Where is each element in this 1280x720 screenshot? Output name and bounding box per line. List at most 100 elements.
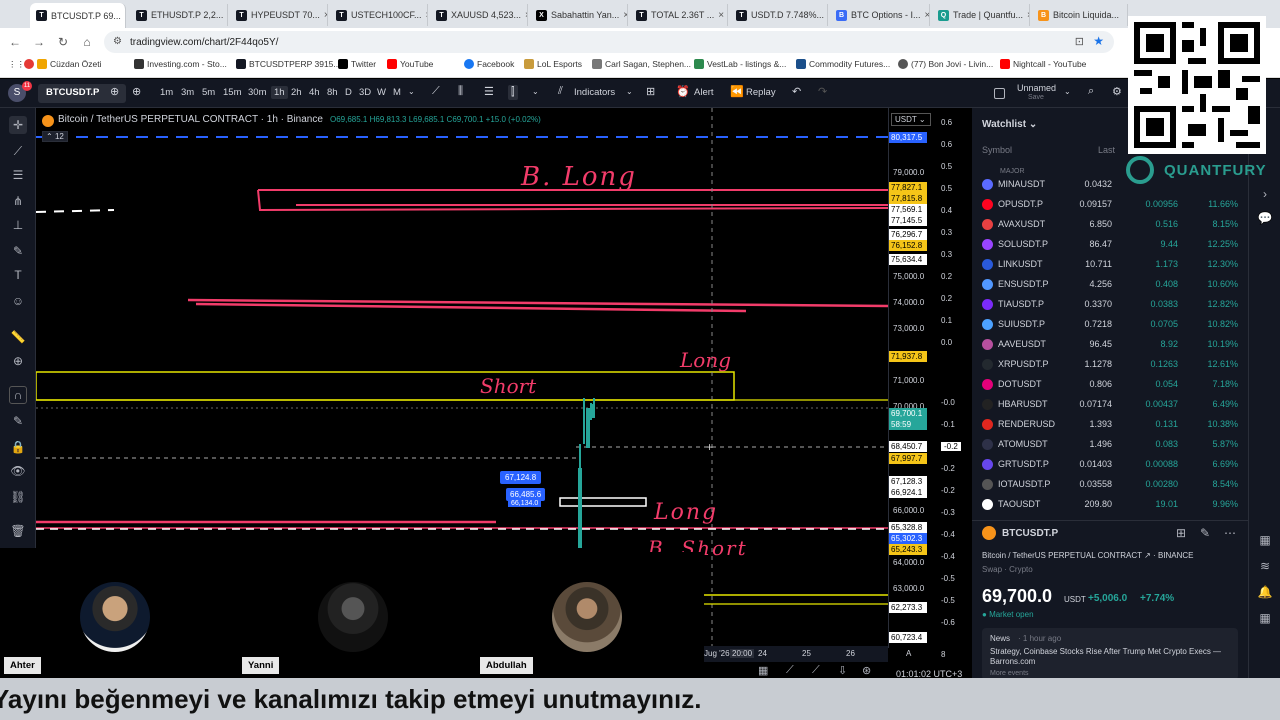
interval-2h[interactable]: 2h bbox=[291, 87, 302, 98]
interval-1h[interactable]: 1h bbox=[271, 86, 288, 99]
emoji-icon[interactable]: ☺ bbox=[9, 292, 27, 310]
magnet-icon[interactable]: ∩ bbox=[9, 386, 27, 404]
bookmark-star-icon[interactable]: ★ bbox=[1093, 34, 1104, 48]
tab-total[interactable]: T TOTAL 2.36T ... × bbox=[630, 4, 728, 26]
alert-button[interactable]: Alert bbox=[694, 87, 714, 98]
pattern-icon[interactable]: ⋔ bbox=[9, 192, 27, 210]
add-symbol-icon[interactable]: ⊕ bbox=[132, 85, 141, 98]
chevron-down-icon[interactable]: ⌄ bbox=[408, 87, 415, 96]
grid-icon[interactable]: ⊞ bbox=[1176, 526, 1186, 540]
bookmark-item[interactable]: LoL Esports bbox=[524, 59, 582, 69]
tab-ethusdt[interactable]: T ETHUSDT.P 2,2...× bbox=[130, 4, 228, 26]
indicators-button[interactable]: Indicators bbox=[574, 87, 615, 98]
bars-icon[interactable]: ☰ bbox=[484, 85, 494, 98]
watchlist-row[interactable]: AAVEUSDT 96.45 8.92 10.19% bbox=[972, 334, 1248, 354]
watchlist-row[interactable]: AVAXUSDT 6.850 0.516 8.15% bbox=[972, 214, 1248, 234]
bookmark-item[interactable]: Twitter bbox=[338, 59, 376, 69]
search-icon[interactable]: ⌕ bbox=[1088, 85, 1094, 98]
tab-quantfury[interactable]: Q Trade | Quantfu...× bbox=[932, 4, 1030, 26]
back-icon[interactable]: ← bbox=[6, 33, 24, 51]
legend-title[interactable]: Bitcoin / TetherUS PERPETUAL CONTRACT · … bbox=[58, 114, 323, 125]
interval-4h[interactable]: 4h bbox=[309, 87, 320, 98]
grid-icon[interactable]: ▦ bbox=[1257, 610, 1273, 626]
interval-m[interactable]: M bbox=[393, 87, 401, 98]
news-more[interactable]: More events bbox=[990, 670, 1029, 677]
trendline-icon[interactable]: ⟋ bbox=[9, 142, 27, 160]
tab-xauusd[interactable]: T XAUUSD 4,523...× bbox=[430, 4, 528, 26]
replay-icon[interactable]: ⊛ bbox=[862, 664, 871, 677]
currency-select[interactable]: USDT ⌄ bbox=[891, 113, 931, 126]
chevron-right-icon[interactable]: › bbox=[1257, 186, 1273, 202]
watchlist-row[interactable]: TIAUSDT.P 0.3370 0.0383 12.82% bbox=[972, 294, 1248, 314]
chevron-down-icon[interactable]: ⌄ bbox=[532, 87, 539, 96]
lock-drawing-icon[interactable]: ✎ bbox=[9, 412, 27, 430]
close-icon[interactable]: × bbox=[227, 10, 228, 21]
gear-icon[interactable]: ⚙ bbox=[1112, 85, 1122, 98]
undo-icon[interactable]: ↶ bbox=[792, 85, 801, 98]
signal-icon[interactable]: ≋ bbox=[1257, 558, 1273, 574]
bookmark-item[interactable]: (77) Bon Jovi - Livin... bbox=[898, 59, 993, 69]
watchlist-row[interactable]: TAOUSDT 209.80 19.01 9.96% bbox=[972, 494, 1248, 514]
watchlist-row[interactable]: DOTUSDT 0.806 0.054 7.18% bbox=[972, 374, 1248, 394]
tab-bitcoin-liquidation[interactable]: B Bitcoin Liquida... bbox=[1032, 4, 1128, 26]
more-icon[interactable]: ⋯ bbox=[1224, 526, 1236, 540]
chevron-down-icon[interactable]: ⌄ bbox=[626, 87, 633, 96]
trend-icon[interactable]: ⟋ bbox=[812, 664, 820, 677]
bookmark-item[interactable]: VestLab - listings &... bbox=[694, 59, 786, 69]
column-symbol[interactable]: Symbol bbox=[982, 145, 1012, 155]
tab-sabahattin[interactable]: X Sabahattin Yan...× bbox=[530, 4, 628, 26]
watchlist-row[interactable]: XRPUSDT.P 1.1278 0.1263 12.61% bbox=[972, 354, 1248, 374]
close-icon[interactable]: × bbox=[125, 10, 126, 21]
close-icon[interactable]: × bbox=[1027, 10, 1029, 21]
close-icon[interactable]: × bbox=[925, 10, 929, 21]
interval-8h[interactable]: 8h bbox=[327, 87, 338, 98]
reload-icon[interactable]: ↻ bbox=[54, 33, 72, 51]
brush-icon[interactable]: ✎ bbox=[9, 242, 27, 260]
close-icon[interactable]: × bbox=[324, 10, 327, 21]
zoom-icon[interactable]: ⊕ bbox=[9, 352, 27, 370]
trend-icon[interactable]: ⟋ bbox=[786, 664, 794, 677]
forward-icon[interactable]: → bbox=[30, 33, 48, 51]
news-headline[interactable]: Strategy, Coinbase Stocks Rise After Tru… bbox=[990, 647, 1230, 667]
watchlist-row[interactable]: LINKUSDT 10.711 1.173 12.30% bbox=[972, 254, 1248, 274]
layout-name[interactable]: Unnamed bbox=[1017, 83, 1056, 93]
interval-w[interactable]: W bbox=[377, 87, 386, 98]
interval-1m[interactable]: 1m bbox=[160, 87, 173, 98]
watchlist-row[interactable]: OPUSDT.P 0.09157 0.00956 11.66% bbox=[972, 194, 1248, 214]
line-tool-icon[interactable]: ⟋ bbox=[432, 85, 440, 98]
close-icon[interactable]: × bbox=[718, 10, 724, 21]
bookmark-item[interactable]: YouTube bbox=[387, 59, 433, 69]
tab-btc-options[interactable]: B BTC Options - I... × bbox=[830, 4, 930, 26]
watchlist-row[interactable]: SOLUSDT.P 86.47 9.44 12.25% bbox=[972, 234, 1248, 254]
interval-5m[interactable]: 5m bbox=[202, 87, 215, 98]
site-info-icon[interactable]: ⚙ bbox=[113, 36, 122, 47]
interval-30m[interactable]: 30m bbox=[248, 87, 266, 98]
column-last[interactable]: Last bbox=[1098, 145, 1115, 155]
indicator-toggle[interactable]: ⌃ 12 bbox=[42, 131, 68, 142]
news-card[interactable]: News · 1 hour ago Strategy, Coinbase Sto… bbox=[982, 628, 1238, 680]
indicators-icon[interactable]: ⫽ bbox=[558, 85, 563, 98]
crosshair-icon[interactable]: ✛ bbox=[9, 116, 27, 134]
calendar-icon[interactable]: ▦ bbox=[1257, 532, 1273, 548]
bookmark-item[interactable]: Cüzdan Özeti bbox=[24, 59, 102, 69]
compare-icon[interactable]: ⊕ bbox=[110, 85, 119, 98]
close-icon[interactable]: × bbox=[426, 10, 427, 21]
price-axis[interactable]: USDT ⌄ 79,000.0 75,000.0 74,000.0 73,000… bbox=[888, 108, 970, 659]
download-icon[interactable]: ⇩ bbox=[838, 664, 847, 677]
tab-ustech[interactable]: T USTECH100CF... × bbox=[330, 4, 428, 26]
interval-3d[interactable]: 3D bbox=[359, 87, 371, 98]
eye-icon[interactable]: 👁 bbox=[9, 462, 27, 480]
home-icon[interactable]: ⌂ bbox=[78, 33, 96, 51]
lock-icon[interactable]: 🔒 bbox=[9, 438, 27, 456]
tab-usdtd[interactable]: TUSDT.D 7.748%...× bbox=[730, 4, 828, 26]
detail-symbol[interactable]: BTCUSDT.P bbox=[1002, 528, 1058, 539]
replay-button[interactable]: Replay bbox=[746, 87, 776, 98]
watchlist-row[interactable]: GRTUSDT.P 0.01403 0.00088 6.69% bbox=[972, 454, 1248, 474]
fib-icon[interactable]: ☰ bbox=[9, 166, 27, 184]
replay-icon[interactable]: ⏪ bbox=[730, 85, 744, 98]
ruler-icon[interactable]: 📏 bbox=[9, 328, 27, 346]
detail-name[interactable]: Bitcoin / TetherUS PERPETUAL CONTRACT bbox=[982, 551, 1142, 560]
watchlist-row[interactable]: SUIUSDT.P 0.7218 0.0705 10.82% bbox=[972, 314, 1248, 334]
redo-icon[interactable]: ↷ bbox=[818, 85, 827, 98]
link-icon[interactable]: ⛓ bbox=[9, 488, 27, 506]
